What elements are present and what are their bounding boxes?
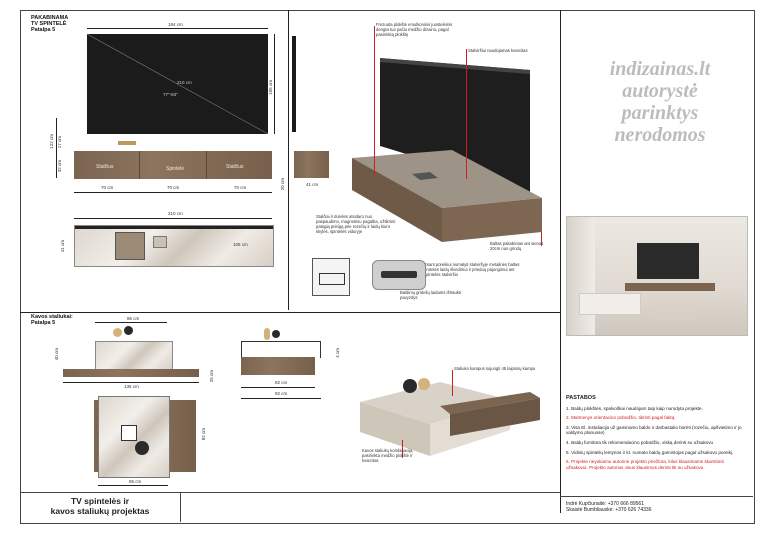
tv-diagonal-label: 210 cm (177, 80, 192, 85)
tv-height-dimline (274, 34, 275, 134)
watermark: indizainas.lt autorystė parinktys nerodo… (609, 58, 711, 146)
coffee-table-plan-top (98, 396, 170, 478)
segment1-label: 70 cm (101, 185, 114, 190)
top-width-label: 86 cm (127, 316, 140, 321)
plan-width-dimline (74, 218, 272, 219)
segment3-label: 70 cm (234, 185, 247, 190)
side-width-dimline-1 (241, 387, 315, 388)
callout-kombinacija: Kavos staliukų kombinacija, pasirinkta m… (362, 448, 414, 463)
callout-frezuota: Frezuota plokštė emulkoninis juostelėmis… (376, 22, 453, 37)
tv-height-label: 105 cm (268, 80, 273, 95)
tv-width-dimline (87, 28, 268, 29)
plan-width-label: 210 cm (168, 211, 183, 216)
contact-block: Indrė Kupčiunaitė: +370 666 89561 Skaist… (560, 496, 753, 523)
grille-detail-drawing (312, 258, 350, 296)
coffee-table-heading: Kavos staliukai: Patalpa 5 (31, 314, 73, 326)
side-width-92-label: 92 cm (275, 391, 288, 396)
side-height-label: 20 cm (280, 178, 285, 191)
project-title: TV spintelės ir kavos staliukų projektas (50, 496, 150, 516)
note-item: 2. Matmenys orientacino pobūdžio, tikrin… (566, 415, 676, 421)
callout-line-2 (466, 49, 467, 179)
callout-kampai: Staliuko kampus sujungti 45 laipsnių kam… (454, 366, 536, 371)
room-cabinet (625, 283, 715, 291)
note-item: 1. Baldų plokštės, spalvoškai naudojam t… (566, 405, 703, 411)
plan-inner-label: 105 cm (233, 242, 248, 247)
decor-vase (113, 324, 135, 342)
note-item: 6. Projekte neyokiamu autorinė projekto … (566, 459, 724, 470)
segment-dimline (74, 192, 272, 193)
note-item: 3. Visa El. instaliacija už gaminamo bal… (566, 424, 742, 436)
cab-height-label: 32 cm (57, 160, 62, 173)
side-4cm-label: 4 cm (335, 348, 340, 358)
plan-bottom-label: 86 cm (129, 479, 142, 484)
notes-title: PASTABOS (566, 395, 596, 401)
tv-section-heading: PAKABINAMA TV SPINTELĖ Patalpa 5 (31, 15, 69, 33)
tv-cabinet-front: Stalčius Spintelė Stalčius (74, 151, 272, 179)
tv-width-label: 184 cm (168, 22, 183, 27)
height-40-label: 40 cm (54, 348, 59, 361)
coffee-table-base-front (63, 369, 199, 377)
total-width-dimline (63, 382, 199, 383)
callout-groteles: Esant poreikiui numatyti stalviršyje met… (424, 262, 520, 277)
tv-cabinet-plan: 105 cm (74, 225, 274, 267)
plan-niche (115, 232, 145, 260)
gap-label: 17 cm (57, 136, 62, 149)
callout-stalciai: Stalčiai ir dureles atsidaro nuo paspaud… (316, 214, 396, 234)
room-table (649, 305, 697, 319)
note-item: 5. Vidinių spintelių lentynos ir kt. num… (566, 449, 734, 455)
total-width-label: 135 cm (124, 384, 139, 389)
decor-vase-side (262, 326, 282, 342)
coffee-table-base-side (241, 357, 315, 375)
side-width-dimline-2 (241, 398, 321, 399)
callout-stalvirsis: Stalviršiui naudojamas kvarcitas (468, 48, 528, 53)
segment2-label: 70 cm (167, 185, 180, 190)
plan-side-label: 82 cm (201, 428, 206, 441)
side-width-82-label: 82 cm (275, 380, 288, 385)
contact-2: Skaistė Bumbliauskė: +370 626 74336 (566, 507, 652, 513)
grille-photo (372, 260, 426, 290)
room-tv (637, 243, 699, 279)
plan-grille (153, 236, 167, 248)
note-item: 4. Baldų furnitūra tik rekomendacino pob… (566, 439, 714, 445)
room-sofa (579, 293, 641, 315)
room-render (566, 216, 748, 336)
notes-section: PASTABOS 1. Baldų plokštės, spalvoškai n… (566, 395, 746, 474)
coffee-table-top-front (95, 341, 173, 371)
drawer-label-right: Stalčius (226, 164, 244, 170)
divider-v1 (288, 10, 289, 310)
drawer-label-left: Stalčius (96, 164, 114, 170)
callout-line-b1 (452, 370, 453, 396)
divider-h (20, 312, 560, 313)
notes-list: 1. Baldų plokštės, spalvoškai naudojam t… (566, 406, 746, 471)
contact-1: Indrė Kupčiunaitė: +370 666 89561 (566, 501, 644, 507)
callout-baltas: Baltas pakabintas ant sienos 20cm nuo gr… (490, 241, 544, 251)
decor-object (118, 141, 136, 145)
plan-depth-label: 41 cm (60, 240, 65, 253)
height-25-label: 25 cm (209, 370, 214, 383)
plan-bottom-dimline (98, 485, 168, 486)
title-block: TV spintelės ir kavos staliukų projektas (20, 492, 181, 522)
divider-v2 (560, 10, 561, 513)
tv-size-label: 77"-83" (163, 92, 178, 97)
top-width-dimline (95, 322, 167, 323)
callout-line-1 (374, 26, 375, 174)
cabinet-label-center: Spintelė (166, 166, 185, 172)
tv-front: 210 cm 77"-83" (87, 34, 268, 134)
callout-grotelis-pavyzdys: Baldinių grotelių laidams ištraukti pavy… (400, 290, 461, 300)
total-height-label: 122 cm (49, 134, 54, 149)
coffee-table-top-side (241, 341, 321, 358)
